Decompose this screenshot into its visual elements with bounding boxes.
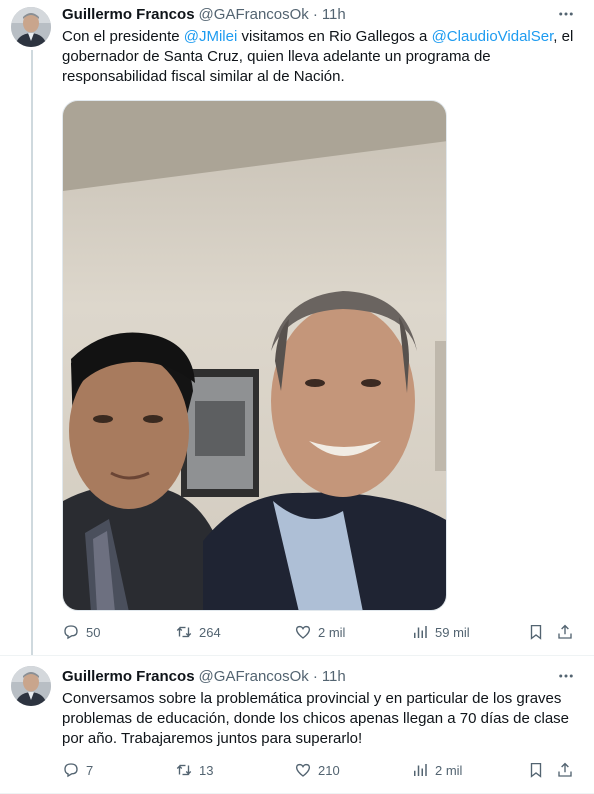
tweet-1[interactable]: Guillermo Francos @GAFrancosOk · 11h Con… [0,0,594,656]
share-button[interactable] [556,622,574,642]
timestamp[interactable]: 11h [322,6,346,23]
mention-link-claudiovidalser[interactable]: @ClaudioVidalSer [432,28,554,45]
views-count: 2 mil [435,762,463,778]
more-icon[interactable] [556,4,576,24]
separator-dot: · [312,667,318,685]
like-icon [295,625,311,639]
share-icon [558,624,572,639]
author-handle[interactable]: @GAFrancosOk [199,6,309,23]
author-handle[interactable]: @GAFrancosOk [199,668,309,685]
tweet-header: Guillermo Francos @GAFrancosOk · 11h [62,666,346,686]
tweet-text: Con el presidente @JMilei visitamos en R… [62,27,582,87]
views-icon [414,764,427,776]
views-button[interactable]: 59 mil [411,622,470,642]
avatar[interactable] [11,7,51,47]
retweet-count: 13 [199,762,214,778]
timestamp[interactable]: 11h [322,668,346,685]
tweet-actions: 7 13 210 2 mil [62,760,582,780]
bookmark-button[interactable] [527,622,545,642]
tweet-header: Guillermo Francos @GAFrancosOk · 11h [62,4,346,24]
text-segment: visitamos en Rio Gallegos a [237,28,432,45]
avatar[interactable] [11,666,51,706]
reply-button[interactable]: 50 [62,622,100,642]
views-icon [414,626,427,638]
views-count: 59 mil [435,624,470,640]
author-name[interactable]: Guillermo Francos [62,668,195,685]
reply-count: 7 [86,762,94,778]
retweet-icon [176,764,192,776]
bookmark-button[interactable] [527,760,545,780]
retweet-icon [176,626,192,638]
views-button[interactable]: 2 mil [411,760,462,780]
share-button[interactable] [556,760,574,780]
retweet-button[interactable]: 13 [175,760,213,780]
reply-icon [64,763,78,778]
reply-count: 50 [86,624,101,640]
share-icon [558,762,572,777]
text-segment: Con el presidente [62,28,184,45]
bookmark-icon [530,762,542,778]
separator-dot: · [312,5,318,23]
tweet-text: Conversamos sobre la problemática provin… [62,690,570,747]
like-count: 210 [318,762,340,778]
like-count: 2 mil [318,624,346,640]
more-icon[interactable] [556,666,576,686]
author-name[interactable]: Guillermo Francos [62,6,195,23]
like-icon [295,763,311,777]
reply-icon [64,625,78,640]
like-button[interactable]: 210 [294,760,340,780]
retweet-button[interactable]: 264 [175,622,221,642]
retweet-count: 264 [199,624,221,640]
tweet-photo[interactable] [62,100,447,611]
bookmark-icon [530,624,542,640]
tweet-2[interactable]: Guillermo Francos @GAFrancosOk · 11h Con… [0,656,594,794]
mention-link-jmilei[interactable]: @JMilei [184,28,238,45]
like-button[interactable]: 2 mil [294,622,345,642]
tweet-actions: 50 264 2 mil 59 mil [62,622,582,642]
reply-button[interactable]: 7 [62,760,93,780]
